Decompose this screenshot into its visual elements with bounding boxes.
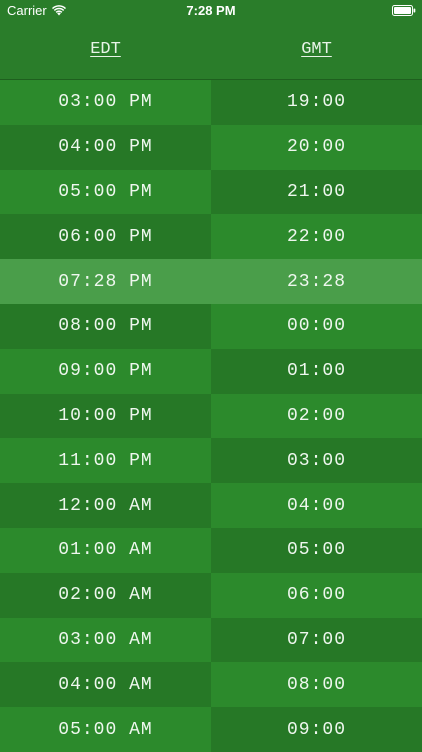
- table-row[interactable]: 04:00 AM 08:00: [0, 662, 422, 708]
- timezone-gmt-label[interactable]: GMT: [211, 40, 422, 59]
- header: EDT GMT: [0, 22, 422, 80]
- table-row[interactable]: 08:00 PM 00:00: [0, 303, 422, 349]
- table-row[interactable]: 09:00 PM 01:00: [0, 348, 422, 394]
- table-row[interactable]: 06:00 PM 22:00: [0, 214, 422, 260]
- edt-time-cell: 08:00 PM: [0, 303, 211, 349]
- edt-time-cell: 11:00 PM: [0, 438, 211, 484]
- edt-time-cell: 12:00 AM: [0, 483, 211, 528]
- table-row[interactable]: 01:00 AM 05:00: [0, 527, 422, 573]
- gmt-time-cell: 05:00: [211, 527, 422, 573]
- edt-time-cell: 04:00 PM: [0, 124, 211, 170]
- time-table[interactable]: 03:00 PM 19:00 04:00 PM 20:00 05:00 PM 21:00 0…: [0, 80, 422, 752]
- status-time: 7:28 PM: [186, 3, 236, 18]
- gmt-time-cell: 21:00: [211, 169, 422, 215]
- table-row[interactable]: 12:00 AM 04:00: [0, 483, 422, 528]
- gmt-time-cell: 03:00: [211, 438, 422, 484]
- table-row[interactable]: 03:00 PM 19:00: [0, 80, 422, 125]
- edt-time-cell: 05:00 AM: [0, 707, 211, 752]
- gmt-time-cell: 19:00: [211, 80, 422, 125]
- gmt-time-cell: 22:00: [211, 214, 422, 260]
- battery-icon: [392, 5, 416, 16]
- table-row[interactable]: 11:00 PM 03:00: [0, 438, 422, 484]
- gmt-time-cell: 04:00: [211, 483, 422, 528]
- status-bar: Carrier 7:28 PM: [0, 0, 422, 22]
- edt-time-cell: 03:00 PM: [0, 80, 211, 125]
- table-row[interactable]: 05:00 PM 21:00: [0, 169, 422, 215]
- gmt-time-cell: 07:00: [211, 617, 422, 663]
- gmt-time-cell: 00:00: [211, 303, 422, 349]
- table-row-current[interactable]: 07:28 PM 23:28: [0, 259, 422, 304]
- table-row[interactable]: 03:00 AM 07:00: [0, 617, 422, 663]
- edt-time-cell: 01:00 AM: [0, 527, 211, 573]
- table-row[interactable]: 05:00 AM 09:00: [0, 707, 422, 752]
- edt-time-cell: 03:00 AM: [0, 617, 211, 663]
- gmt-time-cell: 08:00: [211, 662, 422, 708]
- edt-time-cell: 06:00 PM: [0, 214, 211, 260]
- gmt-time-cell: 09:00: [211, 707, 422, 752]
- gmt-time-cell: 01:00: [211, 348, 422, 394]
- table-row[interactable]: 02:00 AM 06:00: [0, 572, 422, 618]
- gmt-time-cell: 02:00: [211, 393, 422, 439]
- edt-time-cell: 04:00 AM: [0, 662, 211, 708]
- table-row[interactable]: 10:00 PM 02:00: [0, 393, 422, 439]
- timezone-edt-label[interactable]: EDT: [0, 40, 211, 59]
- gmt-time-cell: 06:00: [211, 572, 422, 618]
- edt-time-cell: 02:00 AM: [0, 572, 211, 618]
- gmt-time-cell: 20:00: [211, 124, 422, 170]
- table-row[interactable]: 04:00 PM 20:00: [0, 124, 422, 170]
- edt-time-cell: 10:00 PM: [0, 393, 211, 439]
- edt-time-cell: 07:28 PM: [0, 259, 211, 304]
- edt-time-cell: 05:00 PM: [0, 169, 211, 215]
- gmt-time-cell: 23:28: [211, 259, 422, 304]
- edt-time-cell: 09:00 PM: [0, 348, 211, 394]
